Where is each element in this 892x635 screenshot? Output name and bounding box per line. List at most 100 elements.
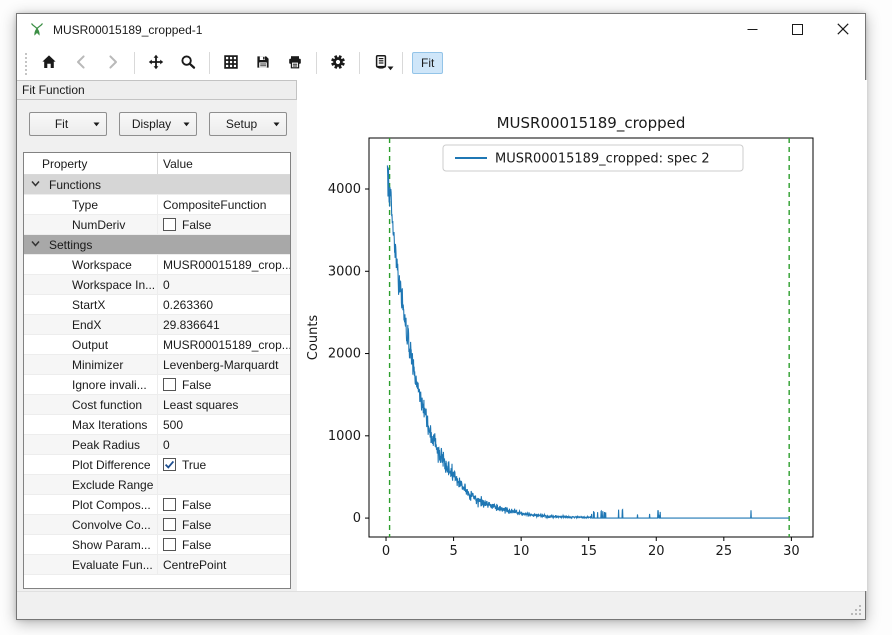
- back-button[interactable]: [66, 49, 96, 77]
- property-label: Plot Difference: [24, 458, 151, 472]
- chart-title: MUSR00015189_cropped: [497, 114, 686, 133]
- axes-frame: [369, 138, 813, 537]
- pan-icon: [148, 54, 164, 73]
- property-label: Show Param...: [24, 538, 151, 552]
- property-label: Type: [24, 198, 98, 212]
- property-row[interactable]: Peak Radius 0: [24, 435, 290, 455]
- minimize-button[interactable]: [730, 14, 775, 46]
- property-value: 0: [163, 438, 170, 452]
- fit-menu-row: Fit Display Setup: [17, 100, 297, 136]
- property-value: CentrePoint: [163, 558, 226, 572]
- property-row[interactable]: EndX29.836641: [24, 315, 290, 335]
- grid-button[interactable]: [216, 49, 246, 77]
- desktop: MUSR00015189_cropped-1 Fit Fit Function …: [0, 0, 892, 635]
- checkbox-unchecked[interactable]: [163, 498, 176, 511]
- save-button[interactable]: [248, 49, 278, 77]
- toolbar-separator: [359, 52, 360, 74]
- property-row[interactable]: Workspace In... 0: [24, 275, 290, 295]
- checkbox-unchecked[interactable]: [163, 518, 176, 531]
- property-row[interactable]: Cost functionLeast squares: [24, 395, 290, 415]
- property-value: False: [182, 378, 211, 392]
- panel-header[interactable]: Fit Function: [17, 80, 297, 100]
- property-row[interactable]: Ignore invali...False: [24, 375, 290, 395]
- property-value: 500: [163, 418, 183, 432]
- fit-toggle-button[interactable]: Fit: [412, 52, 443, 74]
- property-row[interactable]: Type CompositeFunction: [24, 195, 290, 215]
- checkbox-unchecked[interactable]: [163, 538, 176, 551]
- property-row[interactable]: Exclude Range: [24, 475, 290, 495]
- x-tick-label: 15: [580, 544, 597, 559]
- property-label: Workspace In...: [24, 278, 155, 292]
- toolbar-drag-handle[interactable]: [23, 51, 29, 75]
- checkbox-unchecked[interactable]: [163, 378, 176, 391]
- property-row[interactable]: NumDeriv False: [24, 215, 290, 235]
- property-value: False: [182, 218, 211, 232]
- titlebar[interactable]: MUSR00015189_cropped-1: [17, 14, 865, 46]
- menu-button-display[interactable]: Display: [119, 112, 197, 136]
- menu-label: Display: [120, 117, 183, 131]
- menu-button-fit[interactable]: Fit: [29, 112, 107, 136]
- legend-label: MUSR00015189_cropped: spec 2: [495, 152, 710, 167]
- toolbar: Fit: [17, 46, 865, 80]
- forward-button[interactable]: [98, 49, 128, 77]
- window-title: MUSR00015189_cropped-1: [53, 23, 730, 37]
- property-label: StartX: [24, 298, 105, 312]
- property-label: EndX: [24, 318, 101, 332]
- close-button[interactable]: [820, 14, 865, 46]
- plot-canvas[interactable]: MUSR00015189_cropped05101520253001000200…: [297, 80, 867, 591]
- y-tick-label: 0: [353, 511, 361, 526]
- property-label: Convolve Co...: [24, 518, 151, 532]
- property-row[interactable]: OutputMUSR00015189_crop...: [24, 335, 290, 355]
- menu-label: Fit: [30, 117, 93, 131]
- property-row[interactable]: Plot Compos...False: [24, 495, 290, 515]
- home-icon: [41, 54, 57, 73]
- property-row[interactable]: Convolve Co...False: [24, 515, 290, 535]
- menu-label: Setup: [210, 117, 273, 131]
- column-property: Property: [24, 157, 157, 171]
- property-value: 0: [163, 278, 170, 292]
- app-window: MUSR00015189_cropped-1 Fit Fit Function …: [16, 13, 866, 620]
- dropdown-caret-icon: [273, 122, 280, 127]
- property-value: MUSR00015189_crop...: [163, 258, 290, 272]
- property-label: Peak Radius: [24, 438, 140, 452]
- property-label: Output: [24, 338, 108, 352]
- printer-icon: [287, 54, 303, 73]
- gear-icon: [330, 54, 346, 73]
- dropdown-caret-icon: [183, 122, 190, 127]
- chevron-down-icon: [30, 178, 41, 192]
- menu-button-setup[interactable]: Setup: [209, 112, 287, 136]
- print-button[interactable]: [280, 49, 310, 77]
- checkbox-checked[interactable]: [163, 458, 176, 471]
- table-body: Functions Type CompositeFunction NumDeriv Fa…: [24, 175, 290, 575]
- property-value: CompositeFunction: [163, 198, 266, 212]
- figure[interactable]: MUSR00015189_cropped05101520253001000200…: [297, 80, 867, 591]
- property-row[interactable]: Max Iterations500: [24, 415, 290, 435]
- property-row[interactable]: Plot DifferenceTrue: [24, 455, 290, 475]
- table-header: Property Value: [24, 153, 290, 175]
- property-row[interactable]: Evaluate Fun... CentrePoint: [24, 555, 290, 575]
- y-tick-label: 1000: [328, 429, 361, 444]
- maximize-button[interactable]: [775, 14, 820, 46]
- property-row[interactable]: MinimizerLevenberg-Marquardt: [24, 355, 290, 375]
- pan-button[interactable]: [141, 49, 171, 77]
- property-row[interactable]: Show Param...False: [24, 535, 290, 555]
- toolbar-separator: [402, 52, 403, 74]
- home-button[interactable]: [34, 49, 64, 77]
- property-value: Levenberg-Marquardt: [163, 358, 278, 372]
- main-content: Fit Function Fit Display Setup Property Va…: [17, 80, 865, 591]
- property-row[interactable]: WorkspaceMUSR00015189_crop...: [24, 255, 290, 275]
- y-axis-label: Counts: [306, 315, 321, 361]
- save-icon: [255, 54, 271, 73]
- generate-script-button[interactable]: [366, 49, 396, 77]
- checkbox-unchecked[interactable]: [163, 218, 176, 231]
- property-label: Evaluate Fun...: [24, 558, 153, 572]
- fit-property-browser: Property Value Functions Type CompositeFun…: [23, 152, 291, 589]
- group-row-functions[interactable]: Functions: [24, 175, 290, 195]
- group-row-settings[interactable]: Settings: [24, 235, 290, 255]
- property-label: NumDeriv: [24, 218, 125, 232]
- zoom-button[interactable]: [173, 49, 203, 77]
- group-label: Functions: [49, 178, 101, 192]
- property-row[interactable]: StartX0.263360: [24, 295, 290, 315]
- resize-grip-icon[interactable]: [851, 605, 862, 616]
- customize-button[interactable]: [323, 49, 353, 77]
